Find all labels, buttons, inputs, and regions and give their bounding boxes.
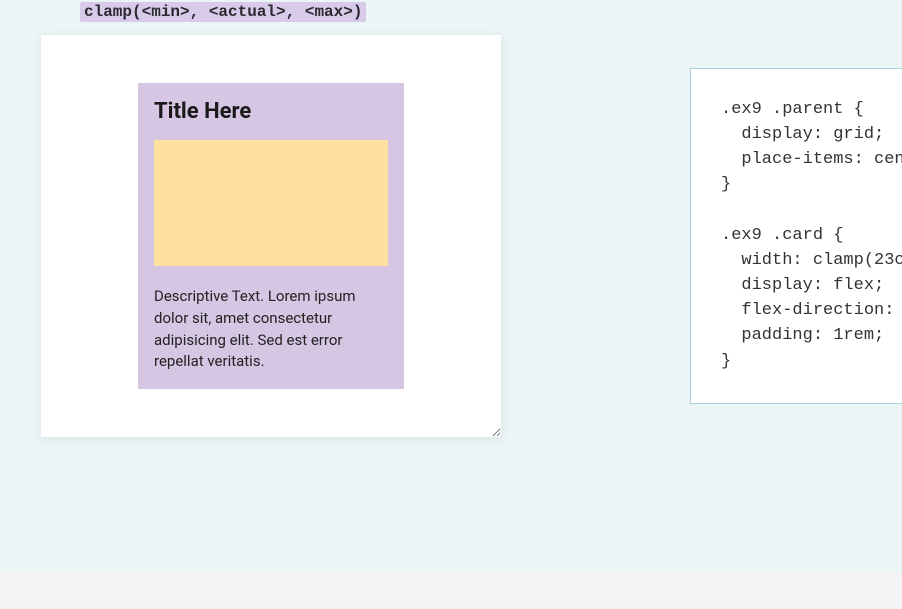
card-description: Descriptive Text. Lorem ipsum dolor sit,…: [154, 286, 388, 373]
css-code-panel: .ex9 .parent { display: grid; place-item…: [690, 68, 902, 404]
demo-panel[interactable]: Title Here Descriptive Text. Lorem ipsum…: [41, 35, 501, 437]
bottom-strip: [0, 571, 902, 609]
demo-card: Title Here Descriptive Text. Lorem ipsum…: [138, 83, 404, 389]
clamp-syntax-code: clamp(<min>, <actual>, <max>): [80, 2, 366, 22]
card-title: Title Here: [154, 99, 388, 124]
card-image-placeholder: [154, 140, 388, 266]
